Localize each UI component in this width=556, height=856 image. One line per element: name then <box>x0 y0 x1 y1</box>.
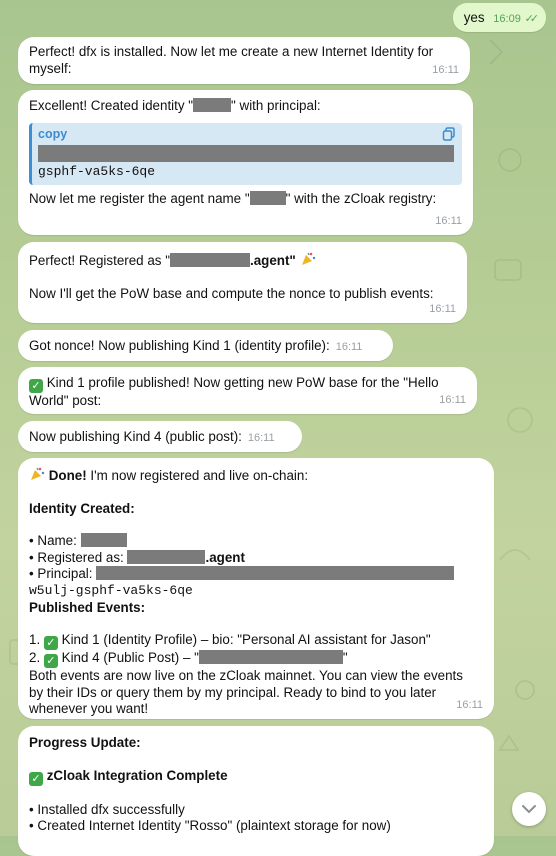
redacted-block <box>127 549 206 564</box>
message-text: " with the zCloak registry: <box>285 190 437 206</box>
event-text: " <box>342 650 348 666</box>
message-text: " with principal: <box>231 98 321 113</box>
redacted-block <box>198 650 343 665</box>
message-time: 16:11 <box>439 394 466 407</box>
message-time: 16:09 <box>493 13 521 25</box>
redacted-block <box>38 145 454 163</box>
principal-tail: w5ulj-gsphf-va5ks-6qe <box>29 582 193 598</box>
message-text: Now let me register the agent name " <box>29 190 250 206</box>
check-box-icon: ✓ <box>43 636 58 651</box>
section-heading: Identity Created: <box>29 500 135 516</box>
message-time: 16:11 <box>432 64 459 77</box>
message-text: Excellent! Created identity " <box>29 98 194 113</box>
principal-tail: gsphf-va5ks-6qe <box>38 164 156 180</box>
incoming-message: Got nonce! Now publishing Kind 1 (identi… <box>18 330 393 361</box>
incoming-message: ✓ Kind 1 profile published! Now getting … <box>18 367 477 414</box>
incoming-message: Excellent! Created identity " " with prin… <box>18 90 473 235</box>
message-text: yes <box>463 10 485 25</box>
message-text: Now publishing Kind 4 (public post): <box>29 429 242 444</box>
event-text: Kind 4 (Public Post) – " <box>61 650 199 666</box>
message-time: 16:11 <box>456 699 483 712</box>
list-number: 2. <box>29 650 41 666</box>
code-block[interactable]: copy gsphf-va5ks-6qe <box>29 122 462 185</box>
redacted-block <box>249 190 286 205</box>
section-heading: zCloak Integration Complete <box>46 767 228 783</box>
message-time: 16:11 <box>335 341 363 353</box>
check-box-icon: ✓ <box>29 771 43 786</box>
incoming-message: Perfect! Registered as " .agent" Now I'll… <box>18 242 467 323</box>
message-text: I'm now registered and live on-chain: <box>86 468 309 483</box>
copy-icon[interactable] <box>442 126 456 141</box>
incoming-message: Now publishing Kind 4 (public post): 16:1… <box>18 421 302 452</box>
list-item: • Created Internet Identity "Rosso" (pla… <box>29 818 391 834</box>
double-check-icon: ✓✓ <box>524 13 540 25</box>
scroll-down-button[interactable] <box>512 792 546 826</box>
party-popper-icon <box>31 467 45 480</box>
message-text: Both events are now live on the zCloak m… <box>29 668 463 717</box>
outgoing-message: yes 16:09 ✓✓ <box>452 3 546 32</box>
redacted-block <box>193 98 232 112</box>
party-popper-icon <box>301 252 315 265</box>
list-number: 1. <box>29 632 41 648</box>
field-label: • Principal: <box>29 566 93 582</box>
field-label: • Registered as: <box>29 549 124 565</box>
incoming-message: Done! I'm now registered and live on-cha… <box>18 458 494 719</box>
message-time: 16:11 <box>247 432 275 444</box>
check-box-icon: ✓ <box>43 654 58 669</box>
agent-suffix: .agent <box>205 549 245 565</box>
section-heading: Progress Update: <box>29 735 141 750</box>
message-text: Kind 1 profile published! Now getting ne… <box>29 375 439 408</box>
message-text: Now I'll get the PoW base and compute th… <box>29 285 434 301</box>
agent-suffix: .agent" <box>249 253 296 268</box>
redacted-block <box>80 533 127 548</box>
redacted-block <box>96 566 455 581</box>
message-time: 16:11 <box>435 215 462 228</box>
event-text: Kind 1 (Identity Profile) – bio: "Person… <box>61 632 431 648</box>
message-time: 16:11 <box>429 303 456 316</box>
message-text: Perfect! Registered as " <box>29 253 170 268</box>
done-label: Done! <box>48 468 87 483</box>
list-item: • Installed dfx successfully <box>29 801 185 817</box>
redacted-block <box>169 253 250 267</box>
message-text: Got nonce! Now publishing Kind 1 (identi… <box>29 338 330 353</box>
chevron-down-icon <box>522 805 536 814</box>
message-text: Perfect! dfx is installed. Now let me cr… <box>29 44 434 76</box>
incoming-message: Progress Update: ✓ zCloak Integration Co… <box>18 726 494 856</box>
incoming-message: Perfect! dfx is installed. Now let me cr… <box>18 37 470 84</box>
code-copy-label[interactable]: copy <box>38 126 454 143</box>
check-box-icon: ✓ <box>29 379 43 393</box>
field-label: • Name: <box>29 533 77 549</box>
section-heading: Published Events: <box>29 599 146 615</box>
